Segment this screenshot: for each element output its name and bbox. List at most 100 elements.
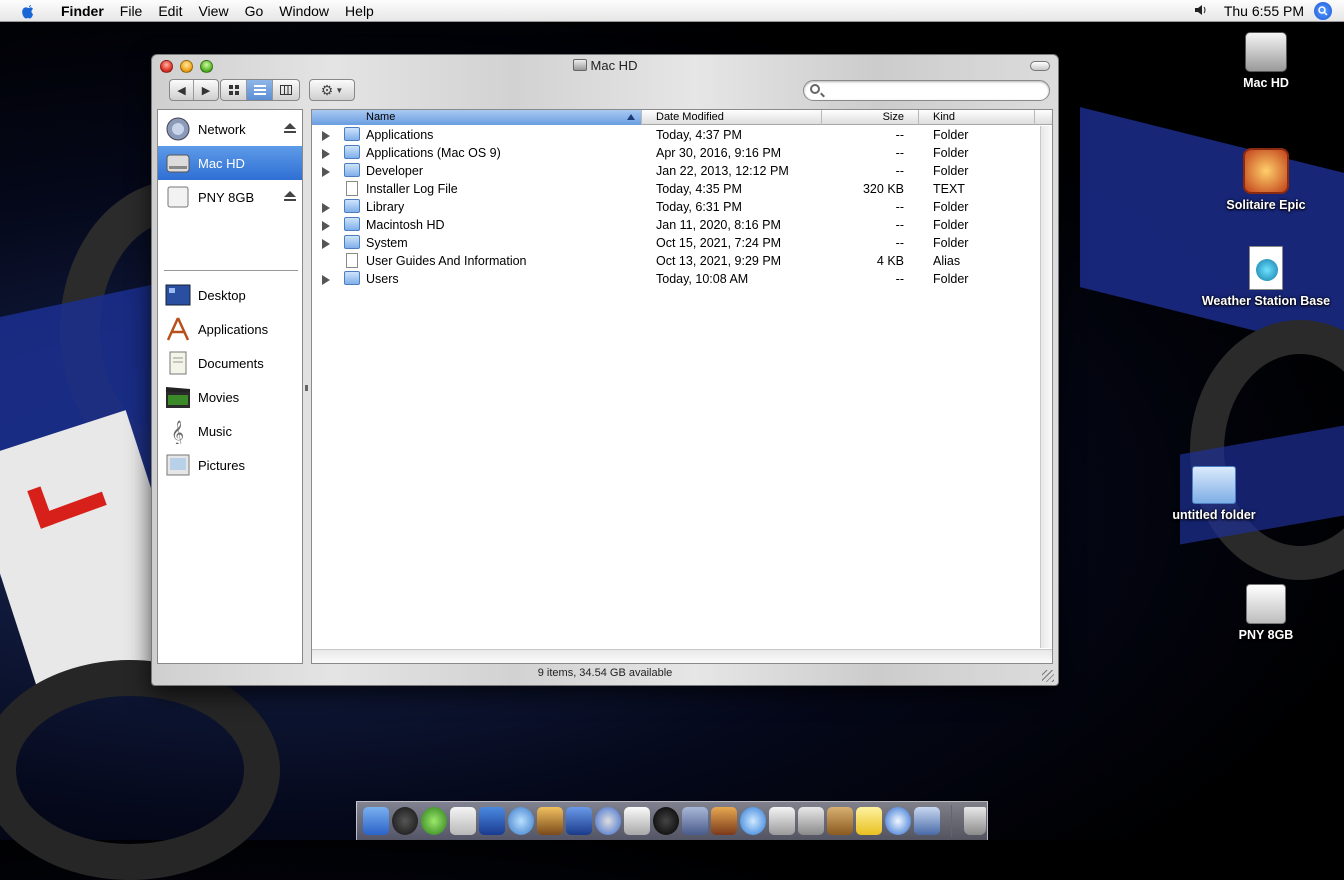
sidebar-item-applications[interactable]: Applications — [158, 312, 302, 346]
trash-icon[interactable] — [963, 807, 986, 835]
sidebar-item-documents[interactable]: Documents — [158, 346, 302, 380]
sidebar-item-music[interactable]: 𝄞 Music — [158, 414, 302, 448]
network-diag-icon[interactable] — [420, 807, 447, 835]
list-view-button[interactable] — [247, 80, 273, 100]
garageband-icon[interactable] — [710, 807, 737, 835]
dvd-player-icon[interactable] — [594, 807, 621, 835]
vertical-scrollbar[interactable] — [1040, 126, 1052, 648]
row-date: Oct 15, 2021, 7:24 PM — [656, 236, 782, 250]
disclosure-triangle-icon[interactable] — [322, 203, 330, 213]
mail-app-icon[interactable] — [681, 807, 708, 835]
imovie-icon[interactable] — [565, 807, 592, 835]
volume-icon[interactable] — [1194, 3, 1210, 20]
desktop-icon-pny-8gb[interactable]: PNY 8GB — [1196, 584, 1336, 642]
menu-window[interactable]: Window — [271, 0, 337, 22]
column-header-size[interactable]: Size — [822, 110, 919, 125]
icon-view-icon — [228, 85, 239, 95]
menu-clock[interactable]: Thu 6:55 PM — [1224, 3, 1304, 19]
printer-icon[interactable] — [623, 807, 650, 835]
icon-view-button[interactable] — [221, 80, 247, 100]
solitaire-icon — [1243, 148, 1289, 194]
desktop-icon-label: Solitaire Epic — [1226, 198, 1306, 212]
itunes-icon[interactable] — [507, 807, 534, 835]
music-player-icon[interactable] — [652, 807, 679, 835]
image-capture-icon[interactable] — [478, 807, 505, 835]
disclosure-triangle-icon[interactable] — [322, 149, 330, 159]
menu-finder[interactable]: Finder — [53, 0, 112, 22]
back-button[interactable]: ◀ — [170, 80, 194, 100]
disclosure-triangle-icon[interactable] — [322, 131, 330, 141]
table-row[interactable]: Developer Jan 22, 2013, 12:12 PM -- Fold… — [312, 162, 1040, 180]
disclosure-triangle-icon[interactable] — [322, 221, 330, 231]
column-header-name[interactable]: Name — [312, 110, 642, 125]
apple-menu-icon[interactable] — [17, 0, 39, 22]
column-header-date[interactable]: Date Modified — [642, 110, 822, 125]
table-row[interactable]: Applications (Mac OS 9) Apr 30, 2016, 9:… — [312, 144, 1040, 162]
hard-drive-icon — [572, 59, 587, 71]
resize-handle[interactable] — [1042, 670, 1054, 682]
table-row[interactable]: Installer Log File Today, 4:35 PM 320 KB… — [312, 180, 1040, 198]
forward-button[interactable]: ▶ — [194, 80, 218, 100]
sidebar-item-movies[interactable]: Movies — [158, 380, 302, 414]
sidebar-item-label: Music — [198, 423, 232, 439]
desktop-icon-untitled-folder[interactable]: untitled folder — [1144, 466, 1284, 522]
desktop-icon-solitaire-epic[interactable]: Solitaire Epic — [1196, 148, 1336, 212]
table-row[interactable]: Macintosh HD Jan 11, 2020, 8:16 PM -- Fo… — [312, 216, 1040, 234]
sidebar-item-network[interactable]: Network — [158, 112, 302, 146]
column-header-kind[interactable]: Kind — [919, 110, 1035, 125]
table-row[interactable]: User Guides And Information Oct 13, 2021… — [312, 252, 1040, 270]
search-field[interactable] — [803, 80, 1050, 101]
row-date: Jan 11, 2020, 8:16 PM — [656, 218, 781, 232]
row-kind: Folder — [933, 128, 969, 142]
desktop-icon-mac-hd[interactable]: Mac HD — [1196, 32, 1336, 90]
spotlight-icon[interactable] — [1314, 2, 1332, 20]
sidebar-item-desktop[interactable]: Desktop — [158, 278, 302, 312]
dashboard-icon[interactable] — [391, 807, 418, 835]
menu-file[interactable]: File — [112, 0, 151, 22]
folder-icon — [344, 163, 360, 177]
row-date: Apr 30, 2016, 9:16 PM — [656, 146, 782, 160]
search-input[interactable] — [826, 83, 1041, 98]
action-menu-button[interactable]: ⚙ ▼ — [309, 79, 355, 101]
iphoto-icon[interactable] — [536, 807, 563, 835]
menu-edit[interactable]: Edit — [150, 0, 190, 22]
finder-icon[interactable] — [362, 807, 389, 835]
xcode-icon[interactable] — [913, 807, 940, 835]
safari-icon[interactable] — [884, 807, 911, 835]
eject-icon[interactable] — [284, 123, 296, 133]
row-name: Developer — [366, 164, 423, 178]
column-view-button[interactable] — [273, 80, 299, 100]
eject-icon[interactable] — [284, 191, 296, 201]
disclosure-triangle-icon[interactable] — [322, 239, 330, 249]
sidebar-item-pny-8gb[interactable]: PNY 8GB — [158, 180, 302, 214]
wallpaper-shape — [1080, 107, 1344, 353]
desktop-icon-label: Weather Station Base — [1201, 294, 1331, 308]
window-titlebar[interactable]: Mac HD — [152, 55, 1058, 79]
table-row[interactable]: Library Today, 6:31 PM -- Folder — [312, 198, 1040, 216]
preview-icon[interactable] — [768, 807, 795, 835]
quicktime-icon[interactable] — [739, 807, 766, 835]
menu-view[interactable]: View — [190, 0, 236, 22]
menu-help[interactable]: Help — [337, 0, 382, 22]
disclosure-triangle-icon[interactable] — [322, 275, 330, 285]
sidebar-item-mac-hd[interactable]: Mac HD — [158, 146, 302, 180]
row-date: Oct 13, 2021, 9:29 PM — [656, 254, 782, 268]
mail-icon[interactable] — [449, 807, 476, 835]
table-row[interactable]: Applications Today, 4:37 PM -- Folder — [312, 126, 1040, 144]
menu-go[interactable]: Go — [237, 0, 272, 22]
address-book-icon[interactable] — [826, 807, 853, 835]
stickies-icon[interactable] — [855, 807, 882, 835]
horizontal-scrollbar[interactable] — [312, 649, 1052, 663]
sidebar-item-pictures[interactable]: Pictures — [158, 448, 302, 482]
hard-drive-icon — [164, 149, 192, 177]
desktop-icon-weather-station-base[interactable]: Weather Station Base — [1196, 246, 1336, 308]
disclosure-triangle-icon[interactable] — [322, 167, 330, 177]
table-row[interactable]: System Oct 15, 2021, 7:24 PM -- Folder — [312, 234, 1040, 252]
toolbar-toggle-button[interactable] — [1030, 61, 1050, 71]
sort-ascending-icon — [627, 114, 635, 120]
splitter-handle[interactable] — [305, 385, 308, 391]
photos-icon[interactable] — [797, 807, 824, 835]
table-row[interactable]: Users Today, 10:08 AM -- Folder — [312, 270, 1040, 288]
row-size: -- — [895, 146, 904, 160]
folder-icon — [344, 217, 360, 231]
